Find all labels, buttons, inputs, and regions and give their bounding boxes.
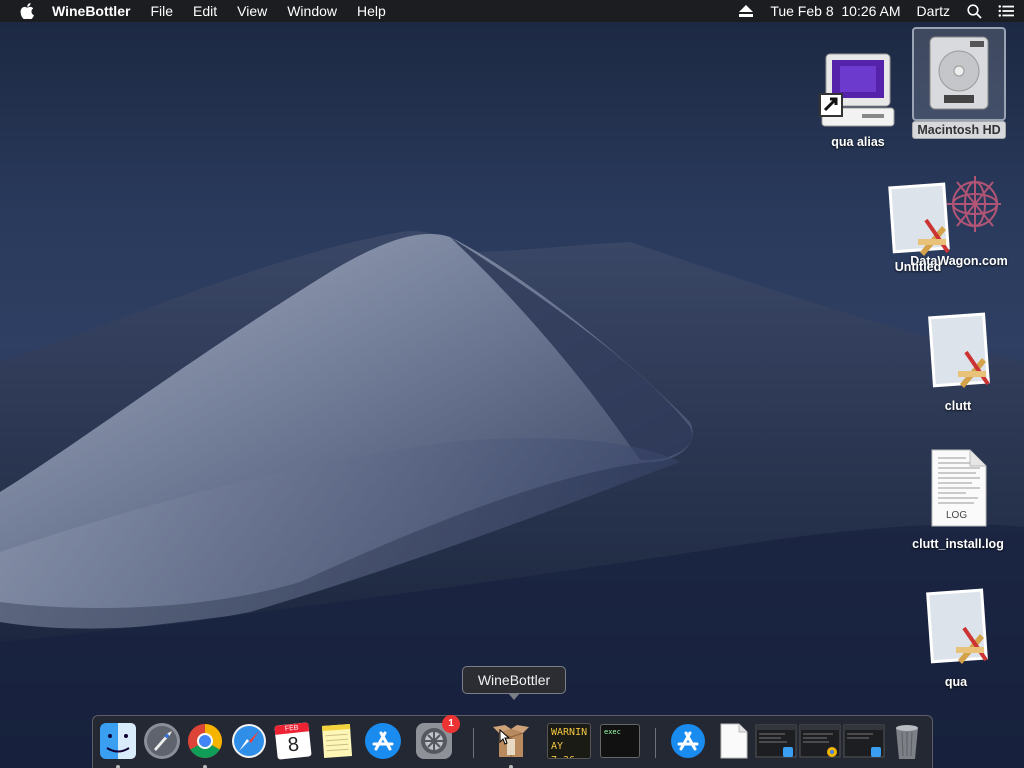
apple-menu-icon[interactable] [18,0,36,22]
desktop-icon-label: Untitled [894,260,942,274]
winebottler-box-icon [493,725,529,757]
menubar-clock[interactable]: Tue Feb 8 10:26 AM [770,0,900,22]
log-file-icon: LOG [926,448,990,528]
dock-system-preferences[interactable]: 1 [414,715,460,761]
desktop-icon-label: qua [944,675,968,689]
menu-view[interactable]: View [227,0,277,22]
dock-finder-window[interactable] [755,721,797,761]
dock-finder-window-2[interactable] [843,721,885,761]
document-icon [720,723,748,759]
menu-help[interactable]: Help [347,0,396,22]
application-script-icon [920,588,992,668]
dock-tooltip: WineBottler [462,666,566,700]
dock: FEB 8 1 WARNIN AY exec [92,715,933,768]
application-script-icon [882,180,954,260]
terminal-icon: exec [600,724,640,758]
finder-icon [100,723,136,759]
dock-finder[interactable] [98,721,138,768]
launchpad-rocket-icon [144,723,180,759]
desktop-icon-label: clutt_install.log [912,537,1004,551]
eject-icon[interactable] [738,3,754,19]
application-script-icon [922,312,994,392]
dock-trash[interactable] [887,721,927,761]
dock-winebottler[interactable] [491,721,531,768]
chrome-icon [188,724,222,758]
spotlight-search-icon[interactable] [966,3,982,19]
console-text-line1: WARNIN [551,727,588,738]
safari-compass-icon [232,724,266,758]
notification-badge: 1 [442,715,460,733]
desktop-icon-label: clutt [944,399,972,413]
desktop-icon-label: qua alias [831,135,885,149]
desktop-icon-qua-alias[interactable]: qua alias [808,50,908,150]
menu-window[interactable]: Window [277,0,347,22]
desktop-icon-clutt-install-log[interactable]: LOG clutt_install.log [900,448,1016,552]
calendar-icon: FEB 8 [274,722,312,760]
menu-bar: WineBottler File Edit View Window Help T… [0,0,1024,22]
window-thumbnail-icon [755,724,797,758]
window-thumbnail-icon [843,724,885,758]
log-badge: LOG [946,510,968,521]
app-store-icon [365,723,401,759]
dock-separator [655,728,656,758]
desktop-icon-label: Macintosh HD [912,121,1006,139]
window-thumbnail-icon [799,724,841,758]
console-text-line2: AY 7:36 [551,741,575,758]
menu-app-name[interactable]: WineBottler [42,0,140,22]
menubar-user[interactable]: Dartz [917,0,950,22]
computer-alias-icon [816,50,900,134]
desktop-icon-macintosh-hd[interactable]: Macintosh HD [907,27,1011,139]
dock-safari[interactable] [229,721,269,761]
dock-chrome-window[interactable] [799,721,841,761]
desktop-icon-qua[interactable]: qua [906,588,1006,690]
dock-app-store[interactable] [363,721,403,761]
notification-center-icon[interactable] [998,3,1014,19]
dock-chrome[interactable] [185,721,225,768]
menu-edit[interactable]: Edit [183,0,227,22]
calendar-day: 8 [286,733,301,757]
dock-console[interactable]: WARNIN AY 7:36 [547,721,591,761]
dock-launchpad[interactable] [142,721,182,761]
dock-separator [473,728,474,758]
desktop-icon-clutt[interactable]: clutt [908,312,1008,414]
terminal-text: exec [604,728,621,736]
console-icon: WARNIN AY 7:36 [547,723,591,759]
menu-file[interactable]: File [140,0,183,22]
dock-calendar[interactable]: FEB 8 [273,721,313,761]
hard-drive-icon [912,27,1006,121]
trash-icon [896,725,918,759]
dock-document[interactable] [713,721,753,761]
desktop-icon-untitled[interactable]: Untitled [870,180,966,275]
notes-icon [321,724,353,758]
dock-notes[interactable] [317,721,357,761]
dock-terminal[interactable]: exec [600,721,640,761]
app-store-icon [671,724,705,758]
dock-app-store-folder[interactable] [668,721,708,761]
mouse-pointer-icon [499,729,511,745]
